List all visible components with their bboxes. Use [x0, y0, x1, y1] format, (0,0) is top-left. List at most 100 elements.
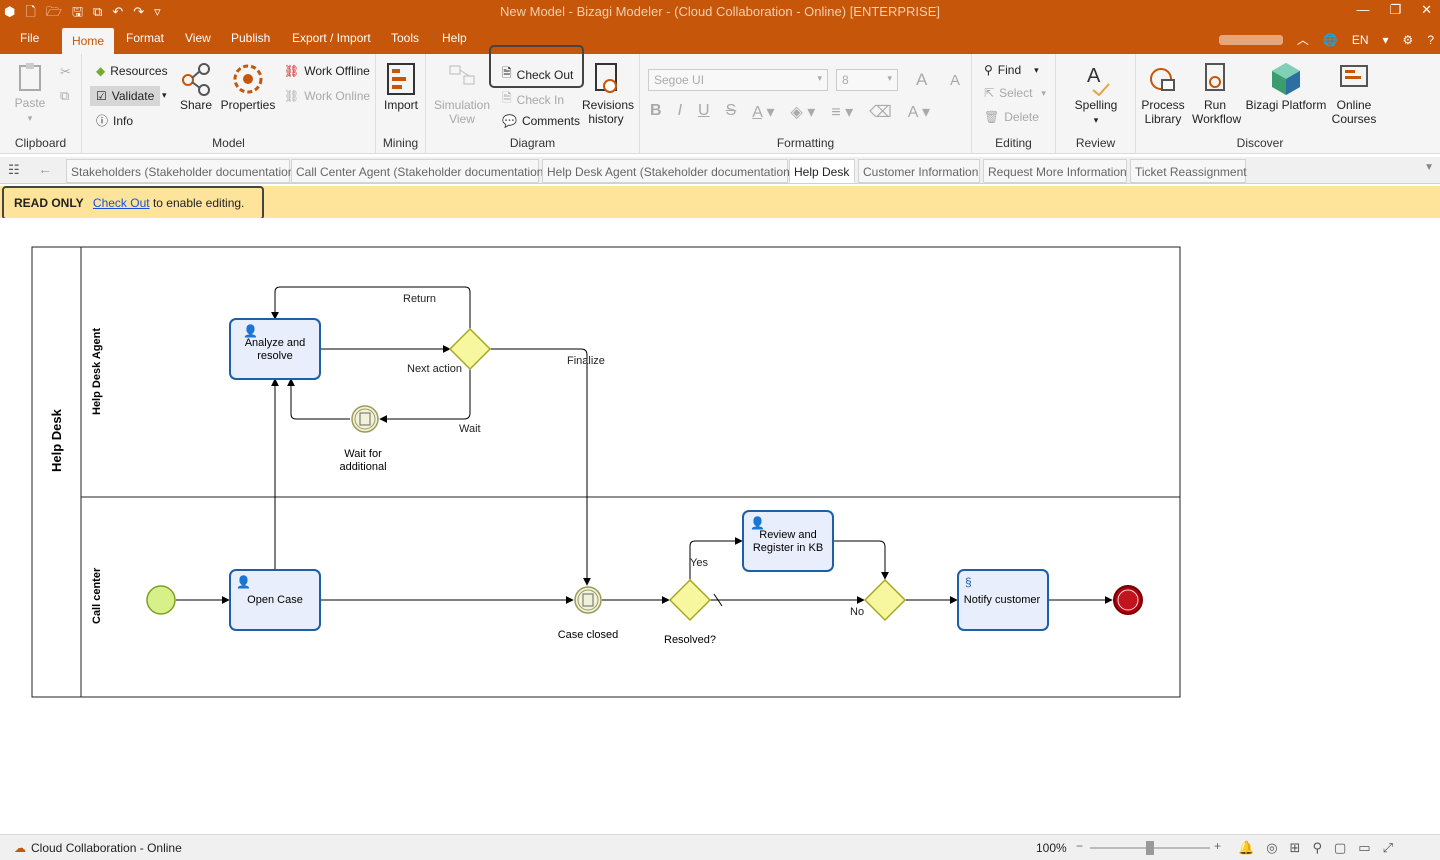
process-library-button[interactable]: Process Library: [1140, 62, 1186, 126]
doc-tab-help-desk[interactable]: Help Desk: [789, 159, 855, 183]
zoom-in-icon[interactable]: +: [1214, 839, 1221, 853]
ribbon: Paste ▾ ✂ ⧉ Clipboard ◆ Resources ☑ Validat…: [0, 45, 1440, 154]
grow-font-icon[interactable]: A: [916, 70, 927, 90]
pool-label: Help Desk: [49, 408, 64, 472]
work-offline-icon: ⛓: [284, 64, 300, 78]
paste-button[interactable]: Paste ▾: [14, 62, 46, 125]
zoom-tool-icon[interactable]: ⚲: [1312, 840, 1322, 856]
doc-tab-call-center-agent[interactable]: Call Center Agent (Stakeholder documenta…: [291, 159, 547, 183]
strikethrough-icon[interactable]: S: [726, 102, 737, 122]
tab-publish[interactable]: Publish: [231, 31, 270, 45]
run-workflow-button[interactable]: Run Workflow: [1192, 62, 1241, 126]
simulation-view-button[interactable]: Simulation View: [432, 62, 492, 126]
label-yes: Yes: [690, 557, 708, 569]
present-icon[interactable]: ▭: [1358, 840, 1370, 856]
resources-button[interactable]: ◆ Resources: [96, 64, 168, 78]
italic-icon[interactable]: I: [678, 102, 682, 122]
window-title: New Model - Bizagi Modeler - (Cloud Coll…: [500, 4, 940, 19]
line-color-icon[interactable]: A ▾: [908, 102, 930, 122]
clear-format-icon[interactable]: ⌫: [869, 102, 892, 122]
comments-button[interactable]: 💬 Comments: [502, 114, 580, 128]
underline-icon[interactable]: U: [698, 102, 710, 122]
work-online-button[interactable]: ⛓ Work Online: [284, 89, 370, 103]
tab-help[interactable]: Help: [442, 31, 467, 45]
validate-dropdown-icon[interactable]: ▾: [162, 90, 167, 101]
tab-home[interactable]: Home: [62, 28, 115, 54]
simulation-icon: [449, 65, 475, 85]
work-offline-button[interactable]: ⛓ Work Offline: [284, 64, 370, 78]
fit-width-icon[interactable]: ⊞: [1290, 840, 1301, 856]
zoom-out-icon[interactable]: −: [1076, 839, 1083, 853]
bold-icon[interactable]: B: [650, 102, 662, 122]
label-next-action: Next action: [407, 363, 462, 375]
tab-export-import[interactable]: Export / Import: [292, 31, 371, 45]
group-mining: Import Mining: [376, 54, 426, 154]
doc-tab-help-desk-agent[interactable]: Help Desk Agent (Stakeholder documentati…: [542, 159, 794, 183]
task-review-register-kb[interactable]: 👤 Review and Register in KB: [742, 510, 834, 572]
bizagi-platform-button[interactable]: Bizagi Platform: [1244, 62, 1328, 112]
spelling-button[interactable]: A Spelling ▾: [1072, 62, 1120, 127]
copy-icon[interactable]: ⧉: [60, 88, 69, 104]
select-icon: ⇱: [984, 86, 995, 100]
status-bar: ☁ Cloud Collaboration - Online 100% − + …: [0, 834, 1440, 860]
tab-file[interactable]: File: [20, 31, 39, 45]
tabs-overflow-icon[interactable]: ▼: [1424, 162, 1434, 173]
language-selector[interactable]: EN: [1352, 33, 1369, 47]
font-color-icon[interactable]: A ▾: [752, 102, 774, 122]
tab-view[interactable]: View: [185, 31, 211, 45]
group-editing: ⚲ Find ▾ ⇱ Select ▾ 🗑 Delete Editing: [972, 54, 1056, 154]
close-icon[interactable]: ✕: [1421, 2, 1432, 18]
select-button[interactable]: ⇱ Select ▾: [984, 86, 1046, 100]
doc-tab-stakeholders[interactable]: Stakeholders (Stakeholder documentation): [66, 159, 298, 183]
font-family-select[interactable]: Segoe UI ▾: [648, 69, 828, 91]
find-button[interactable]: ⚲ Find ▾: [984, 63, 1039, 77]
tab-format[interactable]: Format: [126, 31, 164, 45]
fit-page-icon[interactable]: ◎: [1266, 840, 1277, 856]
work-online-icon: ⛓: [284, 89, 300, 103]
tab-tools[interactable]: Tools: [391, 31, 419, 45]
cut-icon[interactable]: ✂: [60, 64, 71, 80]
doc-tab-ticket-reassignment[interactable]: Ticket Reassignment: [1130, 159, 1247, 183]
zoom-slider[interactable]: [1090, 841, 1210, 855]
delete-button[interactable]: 🗑 Delete: [984, 110, 1039, 124]
bell-icon[interactable]: 🔔: [1238, 840, 1254, 856]
task-open-case[interactable]: 👤 Open Case: [229, 569, 321, 631]
zoom-slider-thumb[interactable]: [1146, 841, 1154, 855]
check-out-link[interactable]: Check Out: [93, 196, 150, 210]
share-button[interactable]: Share: [176, 62, 216, 112]
diagram-list-icon[interactable]: ☷: [8, 162, 20, 178]
fullscreen-icon[interactable]: ⤢: [1383, 840, 1393, 856]
globe-icon[interactable]: 🌐: [1323, 33, 1338, 47]
shrink-font-icon[interactable]: A: [950, 72, 960, 89]
validate-button[interactable]: ☑ Validate: [90, 86, 161, 106]
doc-tab-customer-information[interactable]: Customer Information: [858, 159, 980, 183]
online-courses-button[interactable]: Online Courses: [1328, 62, 1380, 126]
minimize-icon[interactable]: —: [1356, 2, 1369, 18]
font-size-select[interactable]: 8 ▾: [836, 69, 898, 91]
collapse-ribbon-icon[interactable]: ︿: [1297, 31, 1309, 48]
restore-icon[interactable]: ❐: [1389, 2, 1401, 18]
diagram-canvas[interactable]: Help Desk Help Desk Agent Call center Re…: [0, 218, 1440, 832]
chevron-down-icon[interactable]: ▾: [1383, 33, 1389, 47]
properties-button[interactable]: Properties: [220, 62, 276, 112]
doc-tab-request-more-information[interactable]: Request More Information: [983, 159, 1127, 183]
gear-icon[interactable]: ⚙: [1403, 33, 1414, 47]
frame-icon[interactable]: ▢: [1334, 840, 1346, 856]
import-button[interactable]: Import: [382, 62, 420, 112]
check-out-highlight: [489, 45, 584, 88]
revisions-history-button[interactable]: Revisions history: [582, 62, 634, 126]
bizagi-modeler-window: ⬢ 🗋 🗁 🖫 ⧉ ↶ ↷ ▿ New Model - Bizagi Model…: [0, 0, 1440, 860]
start-event[interactable]: [146, 585, 176, 615]
group-label-model: Model: [212, 136, 245, 150]
task-analyze-and-resolve[interactable]: 👤 Analyze and resolve: [229, 318, 321, 380]
align-icon[interactable]: ≡ ▾: [831, 102, 853, 122]
task-notify-customer[interactable]: § Notify customer: [957, 569, 1049, 631]
label-return: Return: [403, 293, 436, 305]
help-icon[interactable]: ?: [1427, 33, 1434, 47]
check-in-button[interactable]: 🗎 Check In: [502, 89, 564, 110]
back-arrow-icon[interactable]: ←: [38, 161, 52, 177]
info-button[interactable]: ⓘ Info: [96, 112, 133, 129]
end-event[interactable]: [1113, 585, 1143, 615]
fill-color-icon[interactable]: ◈ ▾: [791, 102, 816, 122]
user-task-icon: 👤: [243, 324, 258, 338]
